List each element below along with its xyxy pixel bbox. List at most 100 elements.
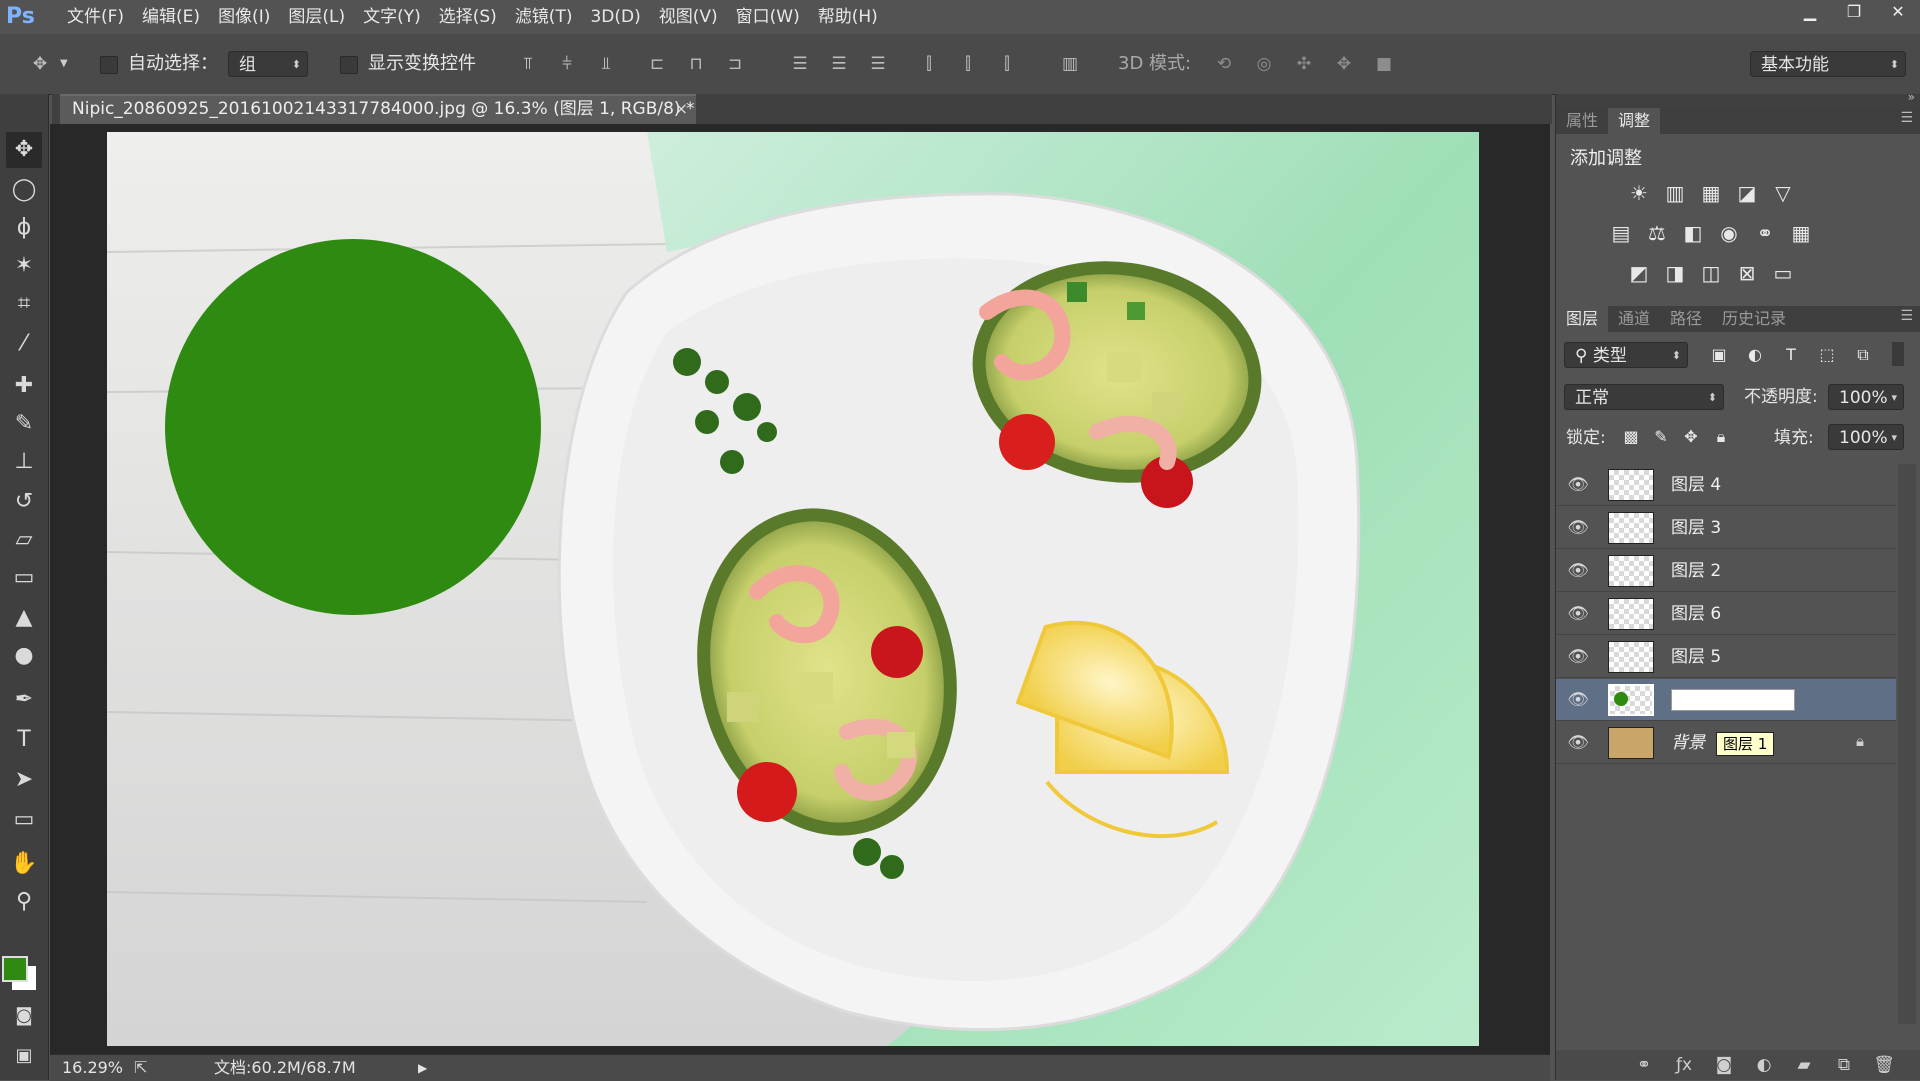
crop-tool-icon[interactable]: ⌗ — [6, 286, 42, 322]
visibility-eye-icon[interactable]: 👁︎ — [1566, 645, 1590, 669]
hue-saturation-icon[interactable]: ▤ — [1608, 220, 1634, 246]
menu-window[interactable]: 窗口(W) — [727, 0, 809, 34]
quick-mask-icon[interactable]: ◙ — [6, 998, 42, 1034]
layers-scrollbar[interactable] — [1898, 464, 1916, 1024]
healing-brush-tool-icon[interactable]: ✚ — [6, 368, 42, 404]
background-layer-name[interactable]: 背景 — [1671, 722, 1705, 764]
threshold-icon[interactable]: ◫ — [1698, 260, 1724, 286]
distribute-left-icon[interactable]: ⫿ — [917, 52, 941, 76]
brush-tool-icon[interactable]: ✎ — [6, 406, 42, 442]
document-tab[interactable]: Nipic_20860925_20161002143317784000.jpg … — [60, 94, 696, 124]
layer-name[interactable]: 图层 3 — [1671, 507, 1721, 549]
layer-row-background[interactable]: 👁︎ 背景 图层 1 🔒︎ — [1556, 722, 1896, 764]
layer-name[interactable]: 图层 5 — [1671, 636, 1721, 678]
lock-pixels-icon[interactable]: ✎ — [1648, 424, 1674, 450]
distribute-bottom-icon[interactable]: ☰ — [866, 52, 890, 76]
link-layers-icon[interactable]: ⚭ — [1627, 1050, 1661, 1080]
screen-mode-icon[interactable]: ▣ — [6, 1038, 42, 1074]
rectangle-tool-icon[interactable]: ▭ — [6, 802, 42, 838]
black-white-icon[interactable]: ◧ — [1680, 220, 1706, 246]
tab-history[interactable]: 历史记录 — [1712, 306, 1796, 332]
3d-roll-icon[interactable]: ◎ — [1252, 52, 1276, 76]
lock-all-icon[interactable]: 🔒︎ — [1708, 424, 1734, 450]
filter-type-icon[interactable]: T — [1778, 342, 1804, 368]
add-mask-icon[interactable]: ◙ — [1707, 1050, 1741, 1080]
visibility-eye-icon[interactable]: 👁︎ — [1566, 473, 1590, 497]
menu-image[interactable]: 图像(I) — [209, 0, 279, 34]
menu-layer[interactable]: 图层(L) — [279, 0, 354, 34]
visibility-eye-icon[interactable]: 👁︎ — [1566, 516, 1590, 540]
tab-channels[interactable]: 通道 — [1608, 306, 1660, 332]
zoom-tool-icon[interactable]: ⚲ — [6, 884, 42, 920]
new-group-icon[interactable]: ▰ — [1787, 1050, 1821, 1080]
menu-type[interactable]: 文字(Y) — [354, 0, 430, 34]
lasso-tool-icon[interactable]: ϕ — [6, 210, 42, 246]
new-layer-icon[interactable]: ⧉ — [1827, 1050, 1861, 1080]
show-transform-checkbox[interactable] — [340, 56, 358, 74]
lock-transparent-icon[interactable]: ▩ — [1618, 424, 1644, 450]
distribute-hcenter-icon[interactable]: ⫿ — [956, 52, 980, 76]
layer-filter-dropdown[interactable]: ⚲ 类型 ⬍ — [1564, 342, 1688, 368]
menu-file[interactable]: 文件(F) — [58, 0, 133, 34]
visibility-eye-icon[interactable]: 👁︎ — [1566, 559, 1590, 583]
fill-input[interactable]: 100% ▾ — [1828, 424, 1904, 450]
brightness-contrast-icon[interactable]: ☀ — [1626, 180, 1652, 206]
filter-shape-icon[interactable]: ⬚ — [1814, 342, 1840, 368]
3d-rotate-icon[interactable]: ⟲ — [1212, 52, 1236, 76]
color-balance-icon[interactable]: ⚖ — [1644, 220, 1670, 246]
3d-pan-icon[interactable]: ✣ — [1292, 52, 1316, 76]
photo-filter-icon[interactable]: ◉ — [1716, 220, 1742, 246]
filter-pixel-icon[interactable]: ▣ — [1706, 342, 1732, 368]
opacity-input[interactable]: 100% ▾ — [1828, 384, 1904, 410]
menu-filter[interactable]: 滤镜(T) — [506, 0, 582, 34]
align-right-icon[interactable]: ⊐ — [723, 52, 747, 76]
auto-select-checkbox[interactable] — [100, 56, 118, 74]
layer-row[interactable]: 👁︎ 图层 3 — [1556, 507, 1896, 549]
tab-adjustments[interactable]: 调整 — [1608, 108, 1661, 134]
tab-properties[interactable]: 属性 — [1556, 108, 1608, 134]
3d-slide-icon[interactable]: ✥ — [1332, 52, 1356, 76]
ellipse-marquee-tool-icon[interactable]: ◯ — [6, 172, 42, 208]
distribute-right-icon[interactable]: ⫿ — [995, 52, 1019, 76]
visibility-eye-icon[interactable]: 👁︎ — [1566, 731, 1590, 755]
menu-help[interactable]: 帮助(H) — [809, 0, 887, 34]
posterize-icon[interactable]: ◨ — [1662, 260, 1688, 286]
layer-row[interactable]: 👁︎ 图层 6 — [1556, 593, 1896, 635]
align-left-icon[interactable]: ⊏ — [645, 52, 669, 76]
invert-icon[interactable]: ◩ — [1626, 260, 1652, 286]
blur-tool-icon[interactable]: ▲ — [6, 600, 42, 636]
align-vcenter-icon[interactable]: ⫩ — [555, 52, 579, 76]
color-lookup-icon[interactable]: ▦ — [1788, 220, 1814, 246]
lock-position-icon[interactable]: ✥ — [1678, 424, 1704, 450]
align-top-icon[interactable]: ⫪ — [516, 52, 540, 76]
move-tool-icon[interactable]: ✥ — [6, 132, 42, 168]
dodge-tool-icon[interactable]: ● — [6, 638, 42, 674]
distribute-vcenter-icon[interactable]: ☰ — [827, 52, 851, 76]
filter-adjustment-icon[interactable]: ◐ — [1742, 342, 1768, 368]
levels-icon[interactable]: ▥ — [1662, 180, 1688, 206]
close-tab-icon[interactable]: × — [675, 96, 688, 122]
layer-rename-input[interactable] — [1671, 689, 1795, 711]
clone-stamp-tool-icon[interactable]: ⊥ — [6, 444, 42, 480]
layers-panel-menu-icon[interactable]: ☰ — [1900, 308, 1913, 324]
layer-style-icon[interactable]: ƒx — [1667, 1050, 1701, 1080]
eyedropper-tool-icon[interactable]: ⁄ — [6, 326, 42, 362]
align-bottom-icon[interactable]: ⫫ — [594, 52, 618, 76]
selective-color-icon[interactable]: ⊠ — [1734, 260, 1760, 286]
move-tool-preset-icon[interactable]: ✥ — [28, 52, 52, 76]
document-canvas[interactable] — [107, 132, 1479, 1046]
layer-row[interactable]: 👁︎ 图层 5 — [1556, 636, 1896, 678]
visibility-eye-icon[interactable]: 👁︎ — [1566, 602, 1590, 626]
new-adjustment-icon[interactable]: ◐ — [1747, 1050, 1781, 1080]
visibility-eye-icon[interactable]: 👁︎ — [1566, 688, 1590, 712]
menu-3d[interactable]: 3D(D) — [581, 0, 649, 34]
restore-icon[interactable]: ❐ — [1832, 0, 1876, 26]
channel-mixer-icon[interactable]: ⚭ — [1752, 220, 1778, 246]
history-brush-tool-icon[interactable]: ↺ — [6, 484, 42, 520]
foreground-color-swatch[interactable] — [2, 956, 28, 982]
filter-toggle[interactable] — [1892, 342, 1904, 366]
tab-paths[interactable]: 路径 — [1660, 306, 1712, 332]
type-tool-icon[interactable]: T — [6, 722, 42, 758]
curves-icon[interactable]: ▦ — [1698, 180, 1724, 206]
delete-layer-icon[interactable]: 🗑︎ — [1867, 1050, 1901, 1080]
